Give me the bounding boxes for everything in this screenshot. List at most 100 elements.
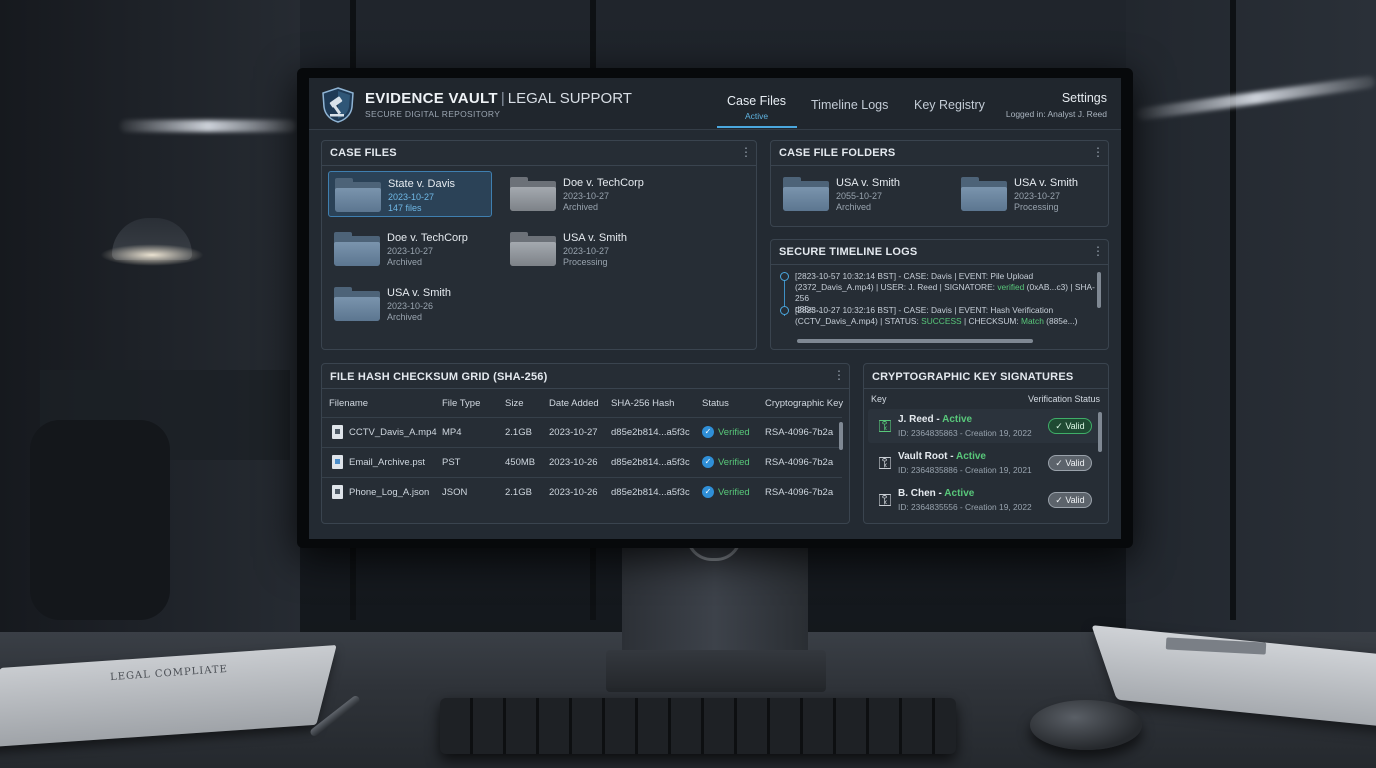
divider bbox=[864, 388, 1108, 389]
cell-filename: Email_Archive.pst bbox=[349, 457, 426, 468]
vertical-scrollbar[interactable] bbox=[1098, 412, 1102, 452]
table-row[interactable]: Email_Archive.pst PST 450MB 2023-10-26 d… bbox=[322, 447, 842, 477]
brand-separator: | bbox=[500, 90, 505, 107]
cell-status: Verified bbox=[718, 487, 750, 498]
brand-suffix: LEGAL SUPPORT bbox=[507, 90, 632, 107]
folder-date: 2023-10-27 bbox=[563, 246, 610, 256]
cell-hash: d85e2b814...a5f3c bbox=[611, 487, 690, 498]
kebab-menu-icon[interactable]: ⋮ bbox=[740, 146, 752, 158]
cell-date: 2023-10-27 bbox=[549, 427, 598, 438]
folder-status: Archived bbox=[836, 202, 872, 212]
folder-name: USA v. Smith bbox=[563, 232, 627, 244]
cell-type: MP4 bbox=[442, 427, 462, 438]
folder-icon bbox=[510, 232, 556, 266]
folder-name: Doe v. TechCorp bbox=[563, 177, 644, 189]
monitor-stand bbox=[622, 546, 808, 656]
column-header-hash[interactable]: SHA-256 Hash bbox=[611, 398, 674, 409]
case-files-panel: CASE FILES ⋮ State v. Davis 2023-10-27 1… bbox=[321, 140, 757, 350]
divider bbox=[771, 165, 1108, 166]
case-folder-doe-v-techcorp[interactable]: Doe v. TechCorp 2023-10-27 Archived bbox=[328, 226, 492, 272]
column-header-file-type[interactable]: File Type bbox=[442, 398, 480, 409]
column-header-status[interactable]: Status bbox=[702, 398, 729, 409]
tab-case-files[interactable]: Case Files Active bbox=[727, 94, 786, 121]
folder-usa-v-smith[interactable]: USA v. Smith 2055-10-27 Archived bbox=[777, 171, 941, 217]
timeline-entry-text: [2823-10-57 10:32:14 BST] - CASE: Davis … bbox=[795, 271, 1034, 281]
case-folder-doe-v-techcorp[interactable]: Doe v. TechCorp 2023-10-27 Archived bbox=[504, 171, 668, 217]
key-row[interactable]: ⚿ J. Reed - Active ID: 2364835863 - Crea… bbox=[868, 409, 1100, 443]
key-icon: ⚿ bbox=[878, 417, 892, 436]
cell-type: JSON bbox=[442, 487, 468, 498]
valid-badge[interactable]: ✓ Valid bbox=[1048, 418, 1092, 434]
folder-name: Doe v. TechCorp bbox=[387, 232, 468, 244]
tab-timeline-logs[interactable]: Timeline Logs bbox=[811, 98, 888, 112]
folder-name: USA v. Smith bbox=[836, 177, 900, 189]
valid-badge[interactable]: ✓ Valid bbox=[1048, 492, 1092, 508]
window-frame bbox=[1230, 0, 1236, 620]
video-file-icon bbox=[332, 425, 343, 439]
vertical-scrollbar[interactable] bbox=[1097, 272, 1101, 308]
folder-name: USA v. Smith bbox=[387, 287, 451, 299]
cell-key: RSA-4096-7b2a bbox=[765, 427, 834, 438]
office-chair bbox=[30, 420, 170, 620]
column-header-size[interactable]: Size bbox=[505, 398, 523, 409]
key-id: ID: 2364835556 - Creation 19, 2022 bbox=[898, 502, 1032, 512]
key-name: B. Chen - Active bbox=[898, 488, 975, 499]
key-name: Vault Root - Active bbox=[898, 451, 986, 462]
mouse bbox=[1030, 700, 1142, 750]
case-file-folders-panel: CASE FILE FOLDERS ⋮ USA v. Smith 2055-10… bbox=[770, 140, 1109, 227]
app-window: EVIDENCE VAULT | LEGAL SUPPORT SECURE DIGI… bbox=[309, 78, 1121, 539]
case-folder-usa-v-smith[interactable]: USA v. Smith 2023-10-26 Archived bbox=[328, 281, 492, 327]
valid-badge[interactable]: ✓ Valid bbox=[1048, 455, 1092, 471]
cell-key: RSA-4096-7b2a bbox=[765, 457, 834, 468]
case-folder-state-v-davis[interactable]: State v. Davis 2023-10-27 147 files bbox=[328, 171, 492, 217]
ceiling-light bbox=[120, 120, 296, 132]
folder-icon bbox=[961, 177, 1007, 211]
tab-key-registry[interactable]: Key Registry bbox=[914, 98, 985, 112]
horizontal-scrollbar[interactable] bbox=[797, 339, 1033, 343]
key-row[interactable]: ⚿ B. Chen - Active ID: 2364835556 - Crea… bbox=[868, 483, 1100, 517]
folder-name: State v. Davis bbox=[388, 178, 456, 190]
key-row[interactable]: ⚿ Vault Root - Active ID: 2364835886 - C… bbox=[868, 446, 1100, 480]
column-header-filename[interactable]: Filename bbox=[329, 398, 368, 409]
timeline-entry-text: (2372_Davis_A.mp4) | USER: J. Reed | SIG… bbox=[795, 282, 1095, 303]
vertical-scrollbar[interactable] bbox=[839, 422, 843, 450]
panel-title: CASE FILES bbox=[330, 147, 397, 159]
divider bbox=[322, 165, 756, 166]
folder-name: USA v. Smith bbox=[1014, 177, 1078, 189]
folder-usa-v-smith[interactable]: USA v. Smith 2023-10-27 Processing bbox=[955, 171, 1119, 217]
file-icon bbox=[332, 485, 343, 499]
column-header-crypto-key[interactable]: Cryptographic Key bbox=[765, 398, 843, 409]
folder-icon bbox=[335, 178, 381, 212]
timeline-entry-text: (CCTV_Davis_A.mp4) | STATUS: SUCCESS | C… bbox=[795, 316, 1078, 326]
cell-date: 2023-10-26 bbox=[549, 457, 598, 468]
brand-name: EVIDENCE VAULT bbox=[365, 90, 498, 107]
table-row[interactable]: CCTV_Davis_A.mp4 MP4 2.1GB 2023-10-27 d8… bbox=[322, 417, 842, 447]
folder-status: Archived bbox=[387, 257, 423, 267]
kebab-menu-icon[interactable]: ⋮ bbox=[1092, 245, 1104, 257]
key-signatures-panel: CRYPTOGRAPHIC KEY SIGNATURES Key Verific… bbox=[863, 363, 1109, 524]
kebab-menu-icon[interactable]: ⋮ bbox=[1092, 146, 1104, 158]
folder-date: 2023-10-26 bbox=[387, 301, 434, 311]
key-icon: ⚿ bbox=[878, 491, 892, 510]
settings-link[interactable]: Settings bbox=[1062, 91, 1107, 105]
folder-date: 2023-10-27 bbox=[388, 192, 435, 202]
case-folder-usa-v-smith[interactable]: USA v. Smith 2023-10-27 Processing bbox=[504, 226, 668, 272]
divider bbox=[771, 264, 1108, 265]
folder-date: 2055-10-27 bbox=[836, 191, 883, 201]
keyboard bbox=[440, 698, 956, 754]
table-row[interactable]: Phone_Log_A.json JSON 2.1GB 2023-10-26 d… bbox=[322, 477, 842, 507]
divider bbox=[322, 388, 849, 389]
check-circle-icon: ✓ bbox=[702, 456, 714, 468]
cell-date: 2023-10-26 bbox=[549, 487, 598, 498]
kebab-menu-icon[interactable]: ⋮ bbox=[833, 369, 845, 381]
panel-title: SECURE TIMELINE LOGS bbox=[779, 246, 918, 258]
cell-key: RSA-4096-7b2a bbox=[765, 487, 834, 498]
panel-title: CASE FILE FOLDERS bbox=[779, 147, 896, 159]
tab-case-files-label: Case Files bbox=[727, 94, 787, 108]
key-id: ID: 2364835863 - Creation 19, 2022 bbox=[898, 428, 1032, 438]
folder-date: 2023-10-27 bbox=[563, 191, 610, 201]
cell-type: PST bbox=[442, 457, 461, 468]
column-header-date-added[interactable]: Date Added bbox=[549, 398, 599, 409]
cell-filename: Phone_Log_A.json bbox=[349, 487, 430, 498]
hash-grid-panel: FILE HASH CHECKSUM GRID (SHA-256) ⋮ File… bbox=[321, 363, 850, 524]
